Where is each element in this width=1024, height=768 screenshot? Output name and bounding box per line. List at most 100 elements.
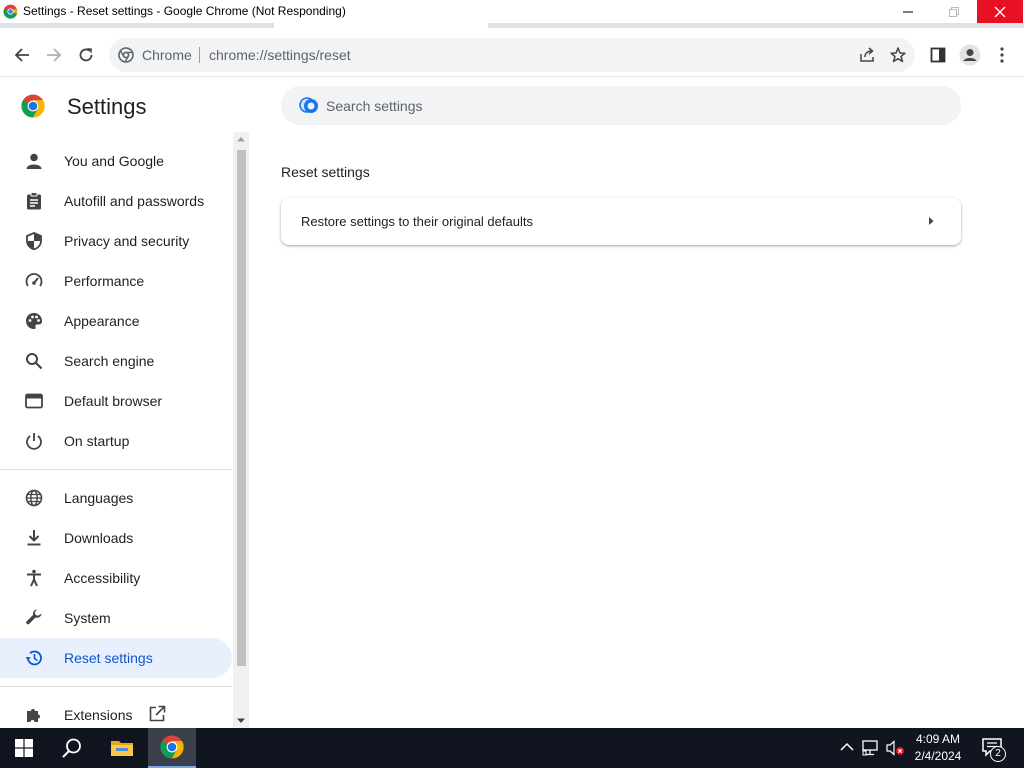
profile-button[interactable] [956, 41, 984, 69]
clipboard-icon [24, 191, 44, 211]
reset-settings-card: Restore settings to their original defau… [281, 198, 961, 245]
chrome-site-icon [118, 47, 134, 63]
sidebar-item-privacy[interactable]: Privacy and security [0, 221, 232, 261]
scrollbar-thumb[interactable] [237, 150, 246, 666]
maximize-button[interactable] [931, 0, 977, 24]
minimize-button[interactable] [885, 0, 931, 24]
sidebar-item-label: Performance [64, 273, 145, 289]
person-icon [24, 151, 44, 171]
sidebar-item-label: On startup [64, 433, 130, 449]
puzzle-icon [24, 705, 44, 725]
chrome-logo-icon [3, 4, 18, 19]
arrow-right-icon [929, 217, 934, 225]
title-bar: Settings - Reset settings - Google Chrom… [0, 0, 1024, 24]
restore-icon [949, 7, 959, 17]
bookmark-star-icon[interactable] [889, 46, 907, 64]
window-title: Settings - Reset settings - Google Chrom… [23, 4, 346, 18]
menu-button[interactable] [988, 41, 1016, 69]
reload-icon [79, 48, 93, 62]
sidebar-item-appearance[interactable]: Appearance [0, 301, 232, 341]
sidebar-item-label: You and Google [64, 153, 164, 169]
sidebar-item-label: Privacy and security [64, 233, 190, 249]
sidebar-item-label: Search engine [64, 353, 155, 369]
restore-defaults-row[interactable]: Restore settings to their original defau… [281, 198, 961, 245]
sidebar-item-on-startup[interactable]: On startup [0, 421, 232, 461]
close-icon [994, 6, 1006, 18]
sidebar-item-label: Accessibility [64, 570, 141, 586]
scroll-up-icon[interactable] [237, 136, 245, 142]
open-in-new-icon [149, 705, 166, 722]
arrow-right-icon [47, 48, 62, 62]
download-icon [24, 528, 44, 548]
power-icon [24, 431, 44, 451]
chevron-up-icon[interactable] [840, 742, 854, 752]
sidebar-scrollbar[interactable] [233, 132, 249, 728]
tab-strip-right [488, 23, 1024, 28]
taskbar-search-button[interactable] [48, 728, 96, 768]
side-panel-button[interactable] [924, 41, 952, 69]
sidebar-item-label: System [64, 610, 111, 626]
sidebar-item-extensions[interactable]: Extensions [0, 695, 232, 728]
sidebar-item-label: Extensions [64, 707, 133, 723]
side-panel-icon [930, 47, 946, 63]
forward-button[interactable] [40, 41, 68, 69]
network-icon[interactable] [862, 740, 880, 756]
sidebar-item-label: Reset settings [64, 650, 153, 666]
globe-icon [24, 488, 44, 508]
clock-time: 4:09 AM [915, 732, 961, 746]
back-button[interactable] [8, 41, 36, 69]
browser-window-icon [24, 391, 44, 411]
search-settings-box[interactable] [281, 86, 961, 125]
avatar-icon [959, 44, 981, 66]
sidebar-item-you-and-google[interactable]: You and Google [0, 141, 232, 181]
omnibox-chip: Chrome [142, 47, 192, 63]
sidebar-item-label: Autofill and passwords [64, 193, 205, 209]
shield-icon [24, 231, 44, 251]
settings-sidebar: You and Google Autofill and passwords Pr… [0, 140, 232, 728]
chrome-taskbar-button[interactable] [148, 728, 196, 768]
sidebar-item-label: Appearance [64, 313, 140, 329]
search-icon [62, 738, 81, 758]
sidebar-item-languages[interactable]: Languages [0, 478, 232, 518]
windows-logo-icon [15, 739, 33, 757]
sidebar-item-label: Languages [64, 490, 134, 506]
palette-icon [24, 311, 44, 331]
start-button[interactable] [0, 728, 48, 768]
reload-button[interactable] [72, 41, 100, 69]
sidebar-item-label: Downloads [64, 530, 134, 546]
notification-badge: 2 [990, 746, 1006, 762]
share-icon[interactable] [858, 46, 876, 64]
taskbar-clock[interactable]: 4:09 AM 2/4/2024 [905, 731, 971, 765]
sidebar-divider [0, 686, 232, 687]
folder-icon [111, 741, 133, 756]
restore-defaults-label: Restore settings to their original defau… [301, 214, 533, 229]
sidebar-item-system[interactable]: System [0, 598, 232, 638]
windows-taskbar: 4:09 AM 2/4/2024 2 [0, 728, 1024, 768]
search-input[interactable] [326, 96, 926, 116]
sidebar-divider [0, 469, 232, 470]
sidebar-item-search-engine[interactable]: Search engine [0, 341, 232, 381]
wrench-icon [24, 608, 44, 628]
history-icon [24, 648, 44, 668]
volume-muted-icon[interactable] [886, 740, 906, 756]
search-icon [24, 351, 44, 371]
sidebar-item-downloads[interactable]: Downloads [0, 518, 232, 558]
more-vert-icon [1000, 47, 1004, 63]
scroll-down-icon[interactable] [237, 718, 245, 724]
chrome-logo-icon [160, 735, 184, 759]
sidebar-item-default-browser[interactable]: Default browser [0, 381, 232, 421]
minimize-icon [903, 11, 913, 13]
sidebar-item-performance[interactable]: Performance [0, 261, 232, 301]
sidebar-item-autofill[interactable]: Autofill and passwords [0, 181, 232, 221]
sidebar-item-accessibility[interactable]: Accessibility [0, 558, 232, 598]
gauge-icon [24, 271, 44, 291]
file-explorer-button[interactable] [98, 728, 146, 768]
address-bar[interactable]: Chrome chrome://settings/reset [109, 38, 915, 72]
url-text[interactable]: chrome://settings/reset [209, 47, 351, 63]
omnibox-separator [199, 47, 200, 63]
chrome-logo-icon [21, 94, 45, 118]
page-title: Settings [67, 94, 147, 119]
tab-strip [0, 23, 274, 28]
close-button[interactable] [977, 0, 1023, 24]
sidebar-item-reset-settings[interactable]: Reset settings [0, 638, 232, 678]
